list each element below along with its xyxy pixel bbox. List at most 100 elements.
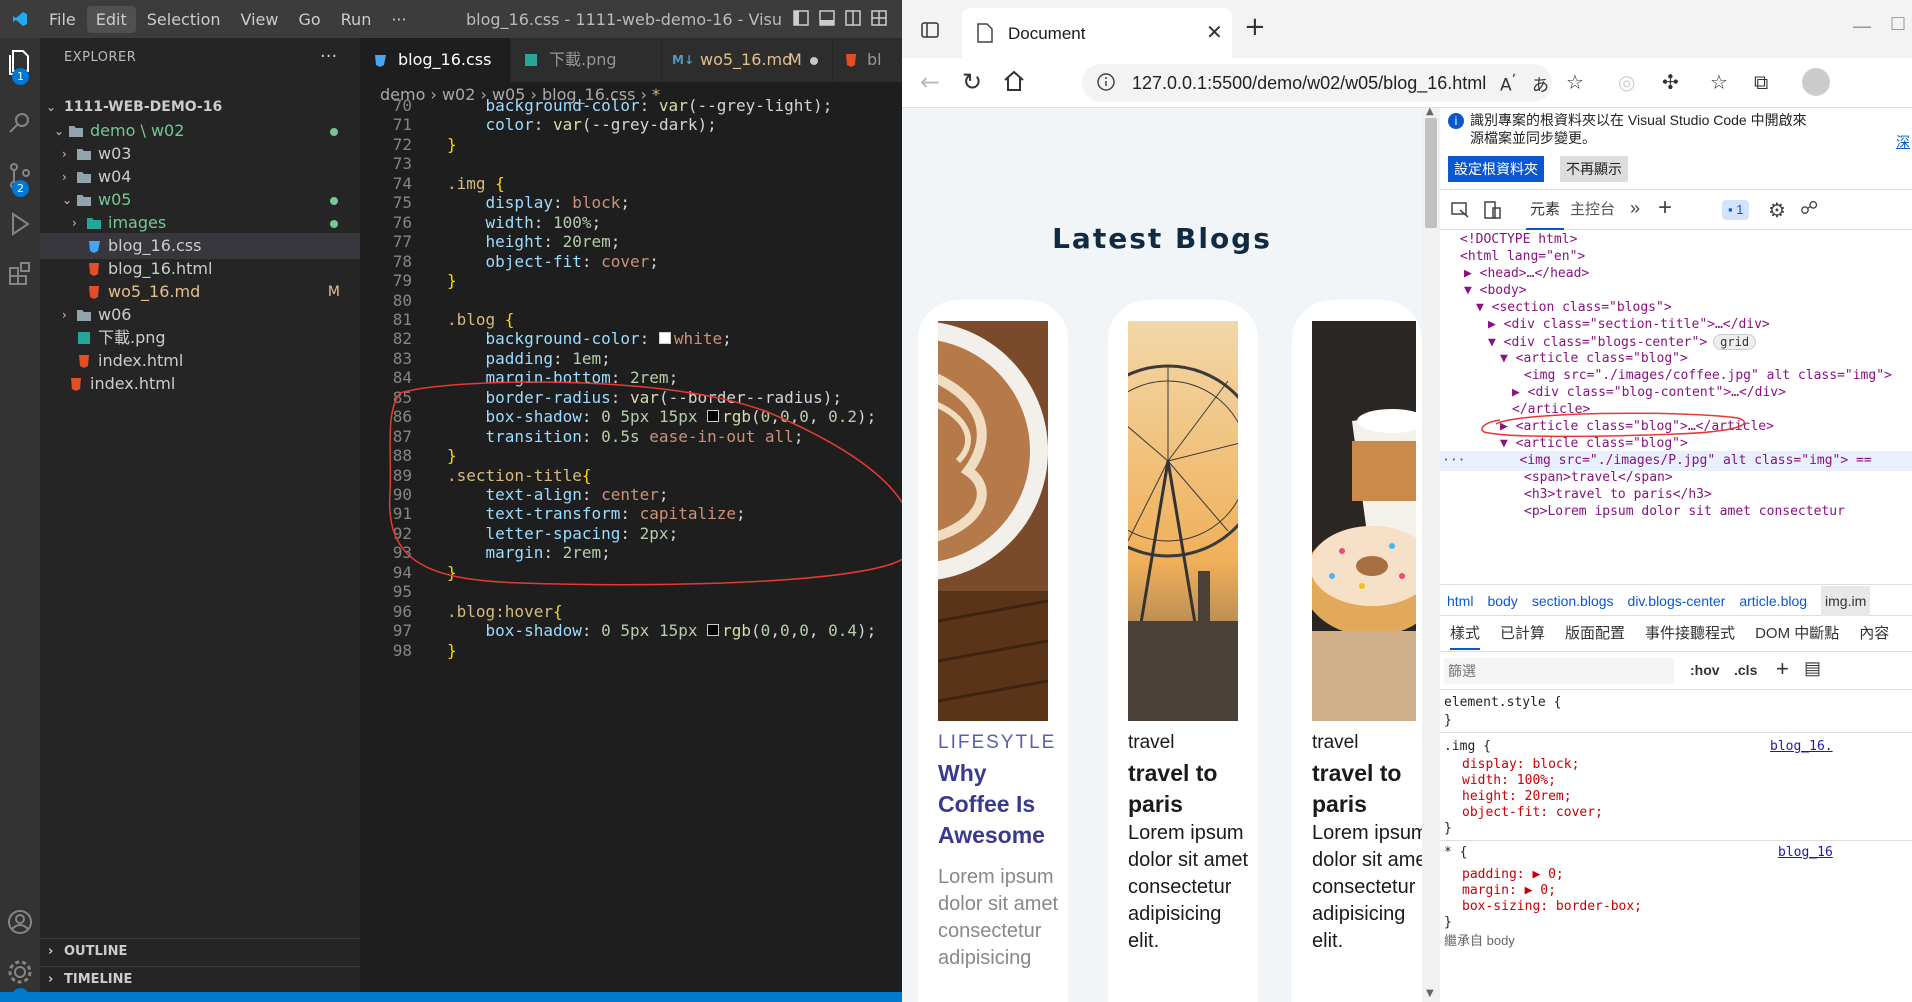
favorites-icon[interactable]: ☆ [1710, 70, 1728, 94]
style-declaration[interactable]: object-fit: cover; [1462, 804, 1603, 822]
search-icon[interactable] [0, 104, 40, 144]
workspace-root[interactable]: ⌄ 1111-WEB-DEMO-16 [40, 94, 360, 120]
scroll-down-icon[interactable]: ▼ [1426, 988, 1434, 999]
menu-file[interactable]: File [40, 6, 85, 33]
url-box[interactable]: 127.0.0.1:5500/demo/w02/w05/blog_16.html [1082, 64, 1552, 102]
menu-run[interactable]: Run [332, 6, 381, 33]
style-text: 繼承自 body [1444, 933, 1515, 948]
refresh-icon[interactable]: ↻ [962, 68, 982, 96]
maximize-icon[interactable]: ☐ [1890, 14, 1906, 35]
minimize-icon[interactable]: — [1852, 14, 1872, 38]
explorer-more-button[interactable]: ··· [320, 46, 337, 67]
menu-selection[interactable]: Selection [138, 6, 230, 33]
dom-line-selected[interactable]: ··· <img src="./images/P.jpg" alt class="… [1440, 451, 1912, 471]
menu-go[interactable]: Go [289, 6, 329, 33]
home-icon[interactable] [1002, 69, 1026, 93]
timeline-section[interactable]: › TIMELINE [40, 966, 360, 992]
accounts-icon[interactable] [0, 902, 40, 942]
grid-badge[interactable]: grid [1713, 334, 1757, 350]
dont-show-again-button[interactable]: 不再顯示 [1560, 156, 1628, 182]
style-rule-header[interactable]: * { [1444, 844, 1467, 862]
new-tab-icon[interactable]: + [1244, 12, 1266, 42]
tab-properties[interactable]: 內容 [1859, 625, 1889, 642]
code-text: } [447, 640, 457, 660]
crumb-img[interactable]: img.im [1821, 586, 1871, 616]
explorer-icon[interactable]: 1 [0, 42, 40, 85]
layout-toggle-icons[interactable] [792, 9, 888, 27]
settings-gear-icon[interactable]: ⚙ [1768, 198, 1786, 223]
page-scrollbar[interactable]: ▲ ▼ [1422, 106, 1440, 1002]
dom-tree[interactable]: <!DOCTYPE html> <html lang="en"> ▶ <head… [1440, 230, 1912, 584]
style-source-link[interactable]: blog_16. [1770, 738, 1833, 756]
tab-md[interactable]: M↓ wo5_16.md M [662, 38, 832, 82]
tab-elements[interactable]: 元素 [1526, 190, 1565, 230]
blog-card[interactable]: travel travel to paris Lorem ipsum dolor… [1108, 300, 1258, 1002]
run-debug-icon[interactable] [0, 204, 40, 244]
close-tab-icon[interactable]: ✕ [1206, 20, 1223, 45]
menu-more[interactable]: ··· [382, 6, 415, 33]
device-toolbar-icon[interactable] [1482, 200, 1502, 220]
line-number: 98 [392, 640, 412, 660]
cls-toggle[interactable]: .cls [1734, 662, 1757, 678]
translate-icon[interactable]: あ [1532, 71, 1549, 96]
tab-overflow[interactable]: bl [833, 38, 902, 82]
crumb-article[interactable]: article.blog [1739, 593, 1807, 609]
back-arrow-icon[interactable]: ← [920, 68, 940, 96]
hov-toggle[interactable]: :hov [1690, 662, 1720, 678]
inspect-icon[interactable] [1450, 200, 1470, 220]
blog-card[interactable]: LIFESYTLE Why Coffee Is Awesome Lorem ip… [918, 300, 1068, 1002]
menu-edit[interactable]: Edit [86, 5, 136, 33]
extensions-icon[interactable] [0, 254, 40, 294]
crumb-body[interactable]: body [1487, 593, 1517, 609]
blog-title: Why Coffee Is Awesome [938, 760, 1045, 848]
tree-file-index-root[interactable]: index.html [40, 371, 360, 397]
tab-blog-css[interactable]: blog_16.css [360, 38, 510, 82]
crumb-section[interactable]: section.blogs [1532, 593, 1614, 609]
style-rule-header[interactable]: .img { [1444, 738, 1491, 756]
extension-icon[interactable]: ◎ [1618, 70, 1635, 94]
style-rule-header[interactable]: element.style { [1444, 694, 1561, 712]
outline-section[interactable]: › OUTLINE [40, 938, 360, 964]
style-source-link[interactable]: blog_16 [1778, 844, 1833, 862]
manage-gear-icon[interactable]: 1 [0, 952, 40, 1002]
read-aloud-icon[interactable]: Aʼ [1500, 72, 1516, 96]
issues-badge[interactable]: ▪ 1 [1722, 200, 1750, 220]
blog-card[interactable]: travel travel to paris Lorem ipsum dolor… [1292, 300, 1422, 1002]
extensions-puzzle-icon[interactable]: ✣ [1662, 70, 1679, 94]
code-line[interactable]: 98} [360, 639, 902, 663]
source-control-icon[interactable]: 2 [0, 156, 40, 197]
info-link[interactable]: 深 [1896, 132, 1910, 152]
collections-icon[interactable]: ⧉ [1754, 70, 1768, 94]
styles-filter-input[interactable] [1444, 658, 1674, 684]
add-favorite-icon[interactable]: ☆ [1566, 70, 1584, 94]
rendered-page: Latest Blogs LIFESYTLE Why Coffee Is Awe… [902, 108, 1422, 1002]
dom-text: <h3>travel to paris</h3> [1524, 487, 1712, 502]
info-message: 識別專案的根資料夾以在 Visual Studio Code 中開啟來源檔案並同… [1470, 112, 1807, 146]
tab-dom-breakpoints[interactable]: DOM 中斷點 [1755, 625, 1839, 642]
scrollbar-thumb[interactable] [1425, 118, 1437, 228]
scroll-up-icon[interactable]: ▲ [1426, 106, 1434, 117]
tab-console[interactable]: 主控台 [1570, 190, 1615, 230]
profile-avatar[interactable] [1802, 68, 1830, 96]
browser-tab[interactable]: Document ✕ [962, 8, 1232, 58]
crumb-div[interactable]: div.blogs-center [1628, 593, 1726, 609]
latest-blogs-heading: Latest Blogs [1052, 222, 1272, 255]
customize-icon[interactable]: ☍ [1800, 198, 1818, 219]
crumb-html[interactable]: html [1447, 593, 1473, 609]
tab-actions-icon[interactable] [920, 20, 940, 40]
new-style-rule-icon[interactable]: + [1776, 656, 1789, 682]
menu-view[interactable]: View [232, 6, 288, 33]
computed-sidebar-icon[interactable]: ▤ [1804, 658, 1821, 679]
dom-line[interactable]: <p>Lorem ipsum dolor sit amet consectetu… [1524, 502, 1845, 522]
tab-computed[interactable]: 已計算 [1500, 625, 1545, 642]
add-tab-icon[interactable]: + [1658, 194, 1672, 222]
hand-drawn-annotation-circle [388, 381, 902, 586]
style-declaration[interactable]: box-sizing: border-box; [1462, 898, 1642, 916]
tab-layout[interactable]: 版面配置 [1565, 625, 1625, 642]
tab-event-listeners[interactable]: 事件接聽程式 [1645, 625, 1735, 642]
tab-styles[interactable]: 樣式 [1450, 625, 1481, 650]
tab-png[interactable]: 下載.png [511, 38, 661, 82]
editor-area: blog_16.css 下載.png M↓ wo5_16.md M bl dem… [360, 38, 902, 1002]
set-root-folder-button[interactable]: 設定根資料夾 [1448, 156, 1544, 182]
more-tabs-icon[interactable]: » [1630, 198, 1640, 219]
